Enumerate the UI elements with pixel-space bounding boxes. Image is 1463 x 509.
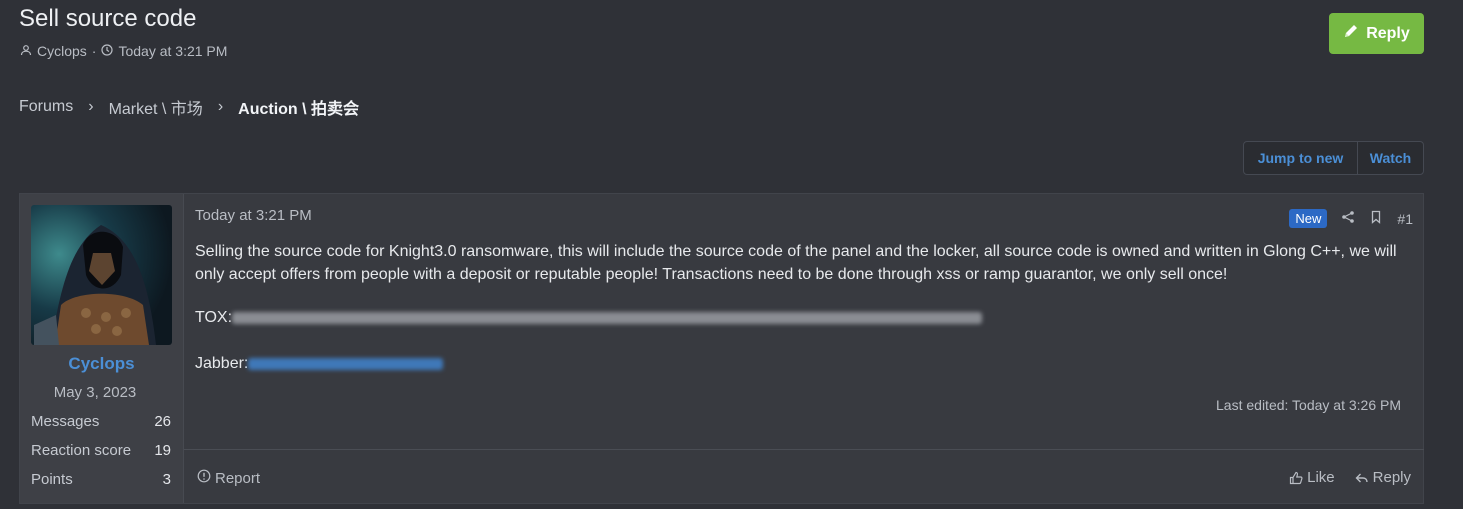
thread-meta: Cyclops · Today at 3:21 PM (20, 43, 227, 59)
reply-label: Reply (1372, 469, 1411, 486)
meta-separator: · (91, 43, 97, 59)
redacted-tox-id (232, 312, 983, 324)
reply-arrow-icon (1355, 471, 1369, 485)
stat-label: Reaction score (31, 442, 132, 459)
post-user-panel: Cyclops May 3, 2023 Messages 26 Reaction… (20, 194, 184, 503)
like-button[interactable]: Like (1289, 469, 1335, 486)
breadcrumb-forums[interactable]: Forums (19, 98, 73, 116)
reply-button[interactable]: Reply (1329, 13, 1424, 54)
report-link[interactable]: Report (197, 469, 260, 487)
stat-label: Messages (31, 413, 100, 430)
post-date-link[interactable]: Today at 3:21 PM (195, 207, 312, 224)
jabber-label: Jabber: (195, 355, 249, 372)
stat-reaction-score: Reaction score 19 (31, 442, 171, 459)
user-icon (20, 43, 32, 59)
jump-to-new-button[interactable]: Jump to new (1244, 142, 1358, 174)
tox-line: TOX: (195, 309, 983, 327)
thread-author-link[interactable]: Cyclops (37, 43, 87, 59)
report-label: Report (215, 469, 261, 487)
bookmark-icon[interactable] (1369, 210, 1383, 227)
post-username[interactable]: Cyclops (20, 354, 183, 374)
reply-button-label: Reply (1366, 24, 1410, 42)
pencil-icon (1343, 23, 1359, 44)
watch-button[interactable]: Watch (1358, 142, 1423, 174)
post-reply-button[interactable]: Reply (1355, 469, 1411, 486)
thread-date-link[interactable]: Today at 3:21 PM (118, 43, 227, 59)
chevron-right-icon: › (217, 98, 224, 115)
share-icon[interactable] (1341, 210, 1355, 227)
redacted-jabber-link[interactable] (248, 358, 444, 370)
alert-circle-icon (197, 469, 211, 487)
last-edited: Last edited: Today at 3:26 PM (1216, 397, 1401, 413)
jabber-line: Jabber: (195, 355, 444, 373)
tox-label: TOX: (195, 309, 233, 326)
thread-action-group: Jump to new Watch (1243, 141, 1424, 175)
stat-points: Points 3 (31, 471, 171, 488)
stat-messages: Messages 26 (31, 413, 171, 430)
stat-value: 3 (162, 471, 171, 488)
stat-label: Points (31, 471, 73, 488)
like-label: Like (1307, 469, 1335, 486)
clock-icon (101, 43, 114, 59)
thread-title: Sell source code (19, 5, 197, 32)
stat-value: 26 (154, 413, 171, 430)
stat-value: 19 (154, 442, 171, 459)
post-number-link[interactable]: #1 (1397, 211, 1413, 227)
breadcrumb-auction[interactable]: Auction \ 拍卖会 (238, 95, 359, 119)
thumbs-up-icon (1289, 471, 1303, 485)
breadcrumb: Forums › Market \ 市场 › Auction \ 拍卖会 (19, 95, 359, 119)
post-footer-divider (184, 449, 1424, 450)
avatar[interactable] (31, 205, 172, 345)
user-joined-date: May 3, 2023 (53, 384, 137, 401)
post-body-text: Selling the source code for Knight3.0 ra… (195, 243, 1397, 283)
post: Cyclops May 3, 2023 Messages 26 Reaction… (19, 193, 1424, 504)
post-header-actions: New #1 (1289, 209, 1413, 228)
breadcrumb-market[interactable]: Market \ 市场 (109, 95, 203, 119)
new-badge: New (1289, 209, 1328, 228)
chevron-right-icon: › (88, 98, 94, 115)
post-footer-actions: Like Reply (1289, 469, 1411, 486)
